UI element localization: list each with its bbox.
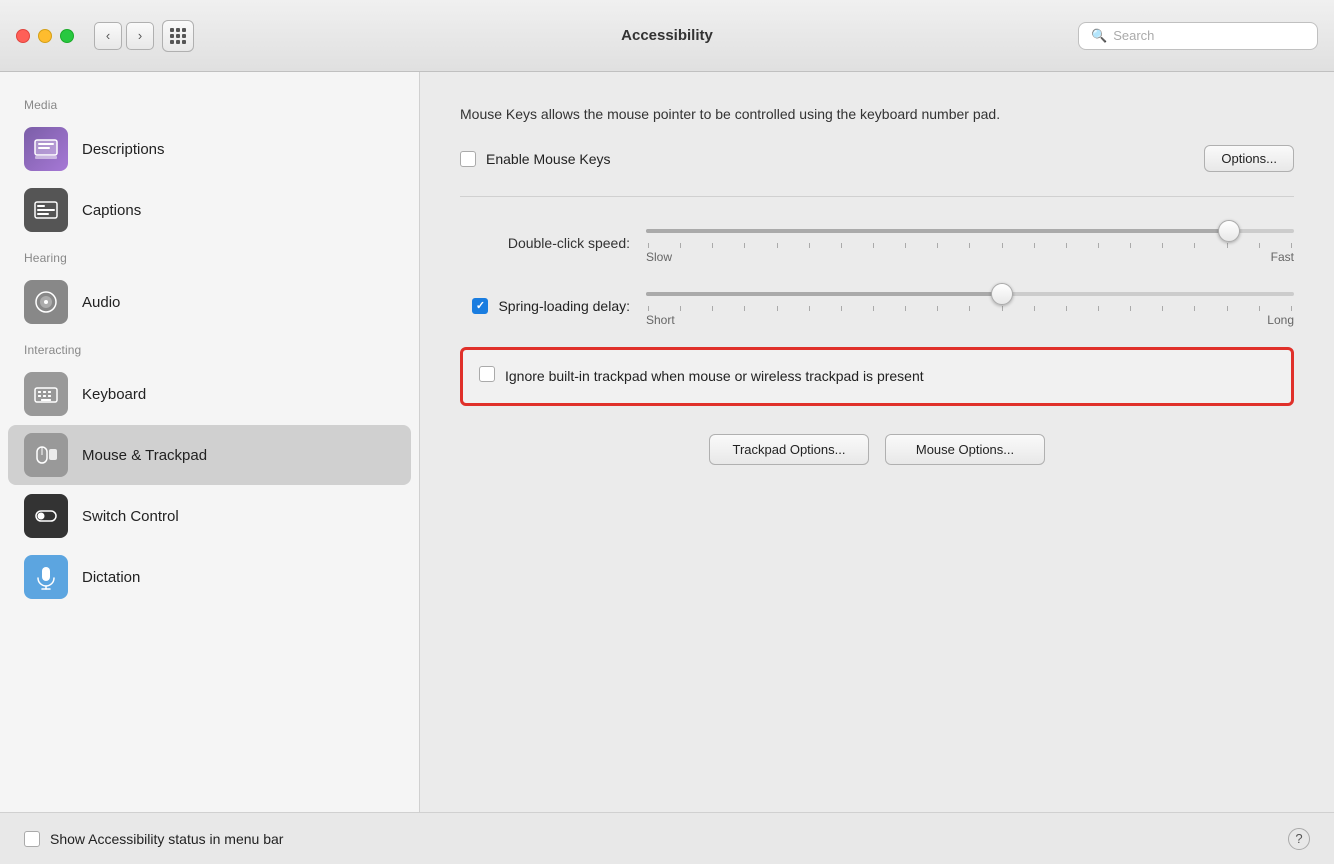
- sidebar-item-descriptions-label: Descriptions: [82, 141, 165, 158]
- sidebar-item-captions-label: Captions: [82, 202, 141, 219]
- mouse-keys-description: Mouse Keys allows the mouse pointer to b…: [460, 104, 1140, 125]
- content-area: Mouse Keys allows the mouse pointer to b…: [420, 72, 1334, 812]
- bottom-buttons: Trackpad Options... Mouse Options...: [460, 434, 1294, 465]
- mouse-icon: [24, 433, 68, 477]
- double-click-fast-label: Fast: [1271, 250, 1294, 264]
- help-button[interactable]: ?: [1288, 828, 1310, 850]
- double-click-speed-thumb[interactable]: [1218, 220, 1240, 242]
- show-status-checkbox[interactable]: [24, 831, 40, 847]
- spring-loading-long-label: Long: [1267, 313, 1294, 327]
- sidebar: Media Descriptions: [0, 72, 420, 812]
- options-button[interactable]: Options...: [1204, 145, 1294, 172]
- descriptions-icon: [24, 127, 68, 171]
- double-click-speed-minmax: Slow Fast: [646, 250, 1294, 264]
- spring-loading-ticks: [646, 306, 1294, 311]
- spring-loading-checkbox-row: Spring-loading delay:: [460, 298, 630, 314]
- search-icon: 🔍: [1091, 28, 1107, 44]
- double-click-speed-slider-container: Slow Fast: [646, 221, 1294, 264]
- window-title: Accessibility: [621, 27, 713, 44]
- bottom-bar: Show Accessibility status in menu bar ?: [0, 812, 1334, 864]
- search-box[interactable]: 🔍: [1078, 22, 1318, 50]
- spring-loading-section: Spring-loading delay:: [460, 284, 1294, 327]
- enable-mouse-keys-checkbox[interactable]: [460, 151, 476, 167]
- titlebar: ‹ › Accessibility 🔍: [0, 0, 1334, 72]
- double-click-speed-ticks: [646, 243, 1294, 248]
- spring-loading-slider-container: Short Long: [646, 284, 1294, 327]
- sidebar-item-audio[interactable]: Audio: [8, 272, 411, 332]
- sidebar-section-hearing: Hearing: [0, 241, 419, 271]
- sidebar-item-keyboard-label: Keyboard: [82, 386, 146, 403]
- enable-mouse-keys-checkbox-row: Enable Mouse Keys: [460, 151, 611, 167]
- sidebar-item-descriptions[interactable]: Descriptions: [8, 119, 411, 179]
- sidebar-item-switch-control-label: Switch Control: [82, 508, 179, 525]
- sidebar-item-mouse-trackpad[interactable]: Mouse & Trackpad: [8, 425, 411, 485]
- trackpad-options-button[interactable]: Trackpad Options...: [709, 434, 869, 465]
- sidebar-item-mouse-trackpad-label: Mouse & Trackpad: [82, 447, 207, 464]
- double-click-speed-filled: [646, 229, 1229, 233]
- ignore-trackpad-box: Ignore built-in trackpad when mouse or w…: [460, 347, 1294, 406]
- spring-loading-bg: [646, 292, 1294, 296]
- sidebar-item-captions[interactable]: Captions: [8, 180, 411, 240]
- spring-loading-track: [646, 284, 1294, 304]
- minimize-button[interactable]: [38, 29, 52, 43]
- show-status-row: Show Accessibility status in menu bar: [24, 831, 283, 847]
- spring-loading-checkbox[interactable]: [472, 298, 488, 314]
- spring-loading-thumb[interactable]: [991, 283, 1013, 305]
- forward-button[interactable]: ›: [126, 22, 154, 50]
- ignore-trackpad-row: Ignore built-in trackpad when mouse or w…: [479, 366, 1275, 387]
- ignore-trackpad-label: Ignore built-in trackpad when mouse or w…: [505, 366, 924, 387]
- spring-loading-label: Spring-loading delay:: [498, 298, 630, 314]
- grid-dots-icon: [170, 28, 186, 44]
- sidebar-item-dictation-label: Dictation: [82, 569, 140, 586]
- switch-control-icon: [24, 494, 68, 538]
- spring-loading-filled: [646, 292, 1002, 296]
- divider-1: [460, 196, 1294, 197]
- captions-icon: [24, 188, 68, 232]
- audio-icon: [24, 280, 68, 324]
- double-click-speed-label: Double-click speed:: [460, 235, 630, 251]
- search-input[interactable]: [1113, 28, 1305, 43]
- sidebar-item-dictation[interactable]: Dictation: [8, 547, 411, 607]
- sidebar-section-media: Media: [0, 88, 419, 118]
- double-click-speed-bg: [646, 229, 1294, 233]
- spring-loading-minmax: Short Long: [646, 313, 1294, 327]
- main-content: Media Descriptions: [0, 72, 1334, 812]
- double-click-slow-label: Slow: [646, 250, 672, 264]
- nav-buttons: ‹ ›: [94, 22, 154, 50]
- enable-mouse-keys-label: Enable Mouse Keys: [486, 151, 611, 167]
- sidebar-item-audio-label: Audio: [82, 294, 120, 311]
- traffic-lights: [16, 29, 74, 43]
- sidebar-section-interacting: Interacting: [0, 333, 419, 363]
- sidebar-item-keyboard[interactable]: Keyboard: [8, 364, 411, 424]
- grid-button[interactable]: [162, 20, 194, 52]
- back-button[interactable]: ‹: [94, 22, 122, 50]
- double-click-speed-track: [646, 221, 1294, 241]
- maximize-button[interactable]: [60, 29, 74, 43]
- spring-loading-row: Spring-loading delay:: [460, 284, 1294, 327]
- mouse-options-button[interactable]: Mouse Options...: [885, 434, 1045, 465]
- double-click-speed-section: Double-click speed:: [460, 221, 1294, 264]
- keyboard-icon: [24, 372, 68, 416]
- double-click-speed-row: Double-click speed:: [460, 221, 1294, 264]
- sidebar-item-switch-control[interactable]: Switch Control: [8, 486, 411, 546]
- spring-loading-short-label: Short: [646, 313, 675, 327]
- enable-mouse-keys-row: Enable Mouse Keys Options...: [460, 145, 1294, 172]
- ignore-trackpad-checkbox[interactable]: [479, 366, 495, 382]
- close-button[interactable]: [16, 29, 30, 43]
- dictation-icon: [24, 555, 68, 599]
- show-status-label: Show Accessibility status in menu bar: [50, 831, 283, 847]
